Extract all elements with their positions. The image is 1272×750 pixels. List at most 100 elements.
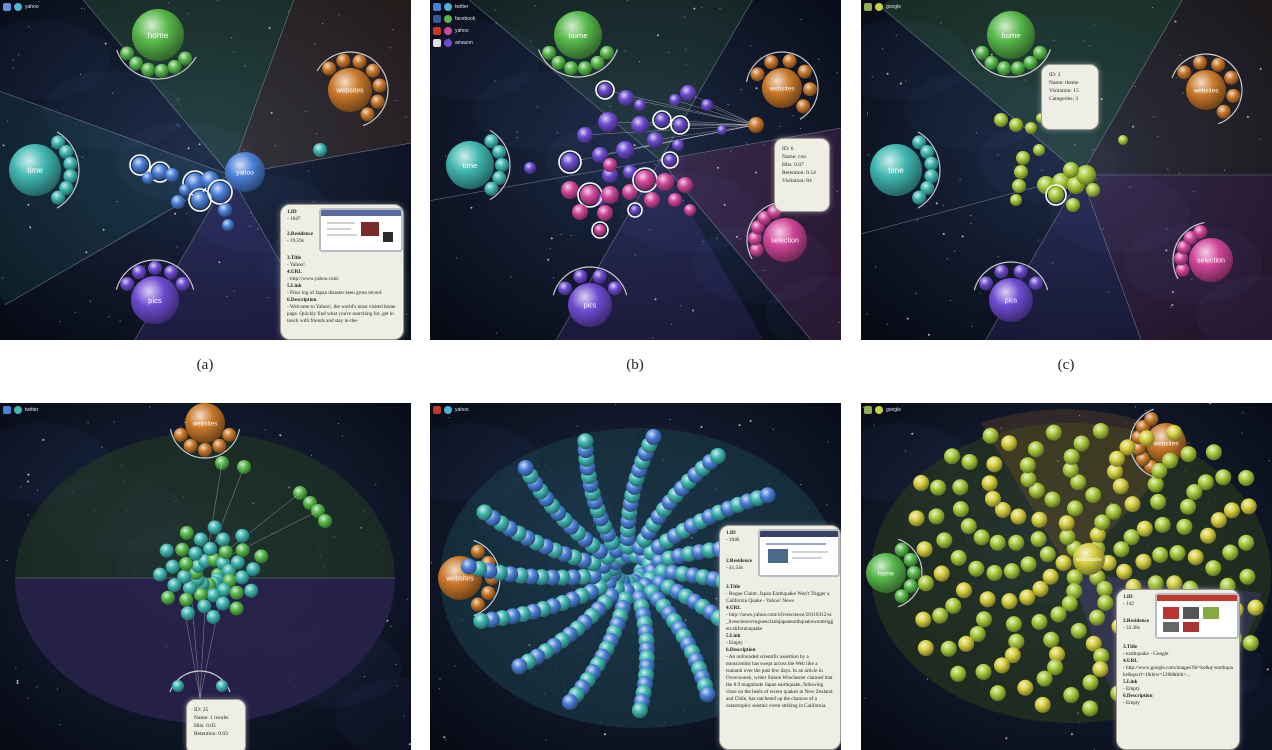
node-bubble[interactable] xyxy=(1205,444,1222,461)
page-thumbnail[interactable] xyxy=(319,208,403,252)
node-bubble[interactable] xyxy=(222,219,234,231)
node-bubble[interactable] xyxy=(495,158,509,172)
node-bubble[interactable] xyxy=(994,264,1009,279)
node-bubble[interactable] xyxy=(179,592,194,607)
node-bubble[interactable] xyxy=(709,447,726,464)
node-bubble[interactable] xyxy=(635,170,655,190)
node-bubble[interactable] xyxy=(180,606,195,621)
node-bubble[interactable] xyxy=(132,157,148,173)
node-bubble[interactable] xyxy=(952,501,969,518)
node-bubble[interactable] xyxy=(664,154,676,166)
node-bubble[interactable] xyxy=(986,564,1003,581)
node-bubble[interactable] xyxy=(1092,422,1109,439)
node-bubble[interactable] xyxy=(153,567,168,582)
node-bubble[interactable] xyxy=(1076,165,1096,185)
menu-row[interactable]: twitter xyxy=(433,2,475,12)
link-value[interactable]: - Empty xyxy=(726,640,834,647)
node-bubble[interactable] xyxy=(1019,589,1036,606)
node-bubble[interactable] xyxy=(1193,224,1208,239)
node-bubble[interactable] xyxy=(1010,61,1025,76)
node-bubble[interactable] xyxy=(470,544,485,559)
node-bubble[interactable] xyxy=(206,610,221,625)
node-bubble[interactable] xyxy=(218,203,232,217)
node-bubble[interactable] xyxy=(1073,435,1090,452)
node-bubble[interactable] xyxy=(1112,478,1129,495)
node-bubble[interactable] xyxy=(476,504,493,521)
node-bubble[interactable] xyxy=(365,63,380,78)
node-bubble[interactable] xyxy=(577,127,593,143)
menu-row[interactable]: yahoo xyxy=(433,26,475,36)
node-bubble[interactable] xyxy=(1226,89,1241,104)
node-bubble[interactable] xyxy=(748,117,764,133)
node-bubble[interactable] xyxy=(590,55,605,70)
node-bubble[interactable] xyxy=(561,153,579,171)
node-bubble[interactable] xyxy=(1036,670,1053,687)
node-bubble[interactable] xyxy=(197,599,212,614)
node-bubble[interactable] xyxy=(677,177,693,193)
node-bubble[interactable] xyxy=(1162,452,1179,469)
node-bubble[interactable] xyxy=(1008,633,1025,650)
node-bubble[interactable] xyxy=(1180,498,1197,515)
node-bubble[interactable] xyxy=(154,63,169,78)
node-bubble[interactable] xyxy=(1005,616,1022,633)
node-bubble[interactable] xyxy=(577,433,594,450)
node-bubble[interactable] xyxy=(917,575,934,592)
node-bubble[interactable] xyxy=(1118,135,1128,145)
node-bubble[interactable] xyxy=(936,532,953,549)
node-bubble[interactable] xyxy=(607,281,622,296)
node-bubble[interactable] xyxy=(594,224,606,236)
node-bubble[interactable] xyxy=(562,693,579,710)
node-bubble[interactable] xyxy=(159,543,174,558)
node-bubble[interactable] xyxy=(161,590,176,605)
node-bubble[interactable] xyxy=(1009,118,1023,132)
node-bubble[interactable] xyxy=(1205,560,1222,577)
node-bubble[interactable] xyxy=(680,85,696,101)
node-bubble[interactable] xyxy=(656,173,674,191)
node-bubble[interactable] xyxy=(352,54,367,69)
node-bubble[interactable] xyxy=(601,186,619,204)
node-bubble[interactable] xyxy=(517,459,534,476)
node-bubble[interactable] xyxy=(460,558,477,575)
node-bubble[interactable] xyxy=(167,578,182,593)
node-bubble[interactable] xyxy=(322,61,337,76)
node-bubble[interactable] xyxy=(950,665,967,682)
node-bubble[interactable] xyxy=(1058,515,1075,532)
node-bubble[interactable] xyxy=(984,490,1001,507)
node-bubble[interactable] xyxy=(917,640,934,657)
node-bubble[interactable] xyxy=(631,116,649,134)
node-bubble[interactable] xyxy=(1197,474,1214,491)
node-bubble[interactable] xyxy=(216,532,231,547)
node-bubble[interactable] xyxy=(598,112,618,132)
node-bubble[interactable] xyxy=(950,549,967,566)
url-value[interactable]: - http://www.yahoo.com/ xyxy=(287,276,397,283)
node-bubble[interactable] xyxy=(1085,487,1102,504)
node-bubble[interactable] xyxy=(235,528,250,543)
node-bubble[interactable] xyxy=(631,702,648,719)
url-value[interactable]: - http://www.google.com/images?hl=ko&q=e… xyxy=(1123,665,1233,679)
node-bubble[interactable] xyxy=(120,277,135,291)
node-bubble[interactable] xyxy=(973,529,990,546)
node-bubble[interactable] xyxy=(210,182,230,202)
node-bubble[interactable] xyxy=(1247,599,1264,616)
node-bubble[interactable] xyxy=(1082,674,1099,691)
node-bubble[interactable] xyxy=(1008,534,1025,551)
node-bubble[interactable] xyxy=(655,113,669,127)
node-bubble[interactable] xyxy=(598,83,612,97)
node-bubble[interactable] xyxy=(164,265,178,280)
node-bubble[interactable] xyxy=(51,190,66,205)
node-bubble[interactable] xyxy=(313,143,327,157)
menu-row[interactable]: amazon xyxy=(433,38,475,48)
node-bubble[interactable] xyxy=(1050,606,1067,623)
node-bubble[interactable] xyxy=(1048,187,1064,203)
node-bubble[interactable] xyxy=(1169,545,1186,562)
node-bubble[interactable] xyxy=(370,94,385,109)
node-bubble[interactable] xyxy=(1150,493,1167,510)
node-bubble[interactable] xyxy=(1136,520,1153,537)
node-bubble[interactable] xyxy=(945,597,962,614)
node-bubble[interactable] xyxy=(1001,593,1018,610)
node-bubble[interactable] xyxy=(961,453,978,470)
node-bubble[interactable] xyxy=(470,597,485,612)
node-bubble[interactable] xyxy=(943,448,960,465)
node-bubble[interactable] xyxy=(1001,435,1018,452)
node-bubble[interactable] xyxy=(492,144,507,159)
